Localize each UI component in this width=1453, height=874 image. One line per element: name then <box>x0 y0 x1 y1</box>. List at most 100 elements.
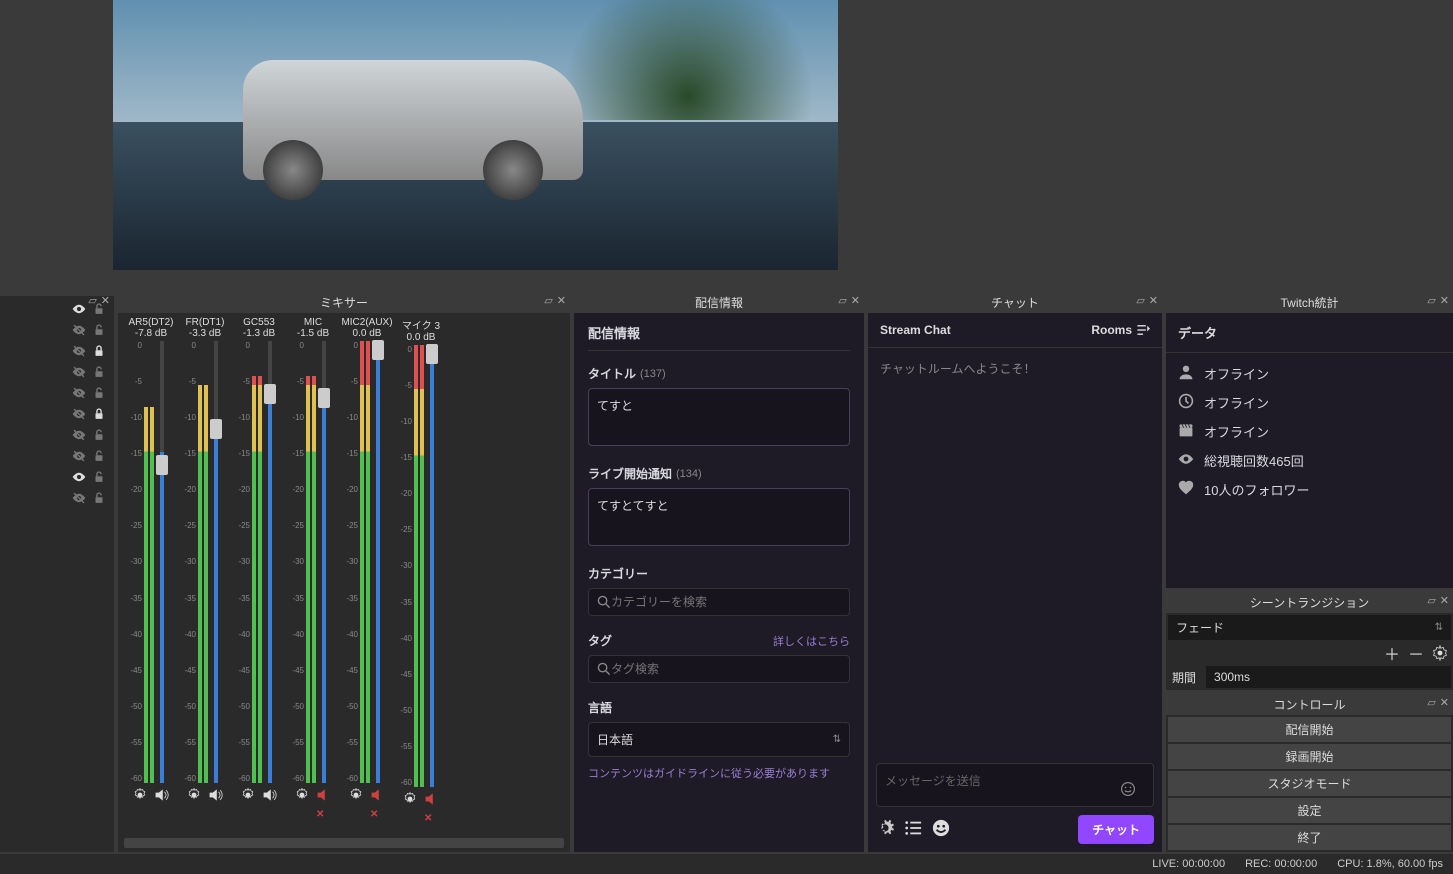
title-input[interactable] <box>588 388 850 446</box>
control-button[interactable]: 設定 <box>1168 798 1451 823</box>
notify-input[interactable] <box>588 488 850 546</box>
user-icon <box>1178 364 1194 383</box>
eye-off-icon[interactable] <box>72 491 86 508</box>
controls-header[interactable]: コントロール ▱ ✕ <box>1166 694 1453 715</box>
gear-icon[interactable] <box>294 787 310 803</box>
volume-thumb[interactable] <box>210 419 222 439</box>
mixer-scrollbar[interactable] <box>124 838 564 848</box>
clap-icon <box>1178 422 1194 441</box>
remove-button[interactable]: － <box>1407 644 1425 662</box>
eye-off-icon[interactable] <box>72 365 86 382</box>
volume-thumb[interactable] <box>264 384 276 404</box>
stats-header[interactable]: Twitch統計 ▱ ✕ <box>1166 292 1453 313</box>
chat-input[interactable]: メッセージを送信 <box>876 763 1154 807</box>
source-row[interactable] <box>4 447 110 468</box>
control-button[interactable]: 終了 <box>1168 825 1451 850</box>
unlock-icon[interactable] <box>92 365 106 382</box>
gear-icon[interactable] <box>1431 644 1449 662</box>
speaker-icon[interactable] <box>154 787 170 803</box>
eye-icon[interactable] <box>72 470 86 487</box>
stream-info-panel: 配信情報 ▱ ✕ 配信情報 タイトル (137) ライブ開始通知 (134) カ… <box>574 292 864 852</box>
lang-label: 言語 <box>588 699 612 716</box>
category-input[interactable] <box>611 595 841 609</box>
popout-icon[interactable]: ▱ <box>88 294 96 307</box>
unlock-icon[interactable] <box>92 491 106 508</box>
source-row[interactable] <box>4 384 110 405</box>
add-button[interactable]: ＋ <box>1383 644 1401 662</box>
close-icon[interactable]: ✕ <box>1149 294 1158 307</box>
chat-header[interactable]: チャット ▱ ✕ <box>868 292 1162 313</box>
mute-icon[interactable]: ✕ <box>370 787 386 803</box>
guideline-text[interactable]: コンテンツはガイドラインに従う必要があります <box>588 767 850 782</box>
unlock-icon[interactable] <box>92 470 106 487</box>
eye-off-icon[interactable] <box>72 323 86 340</box>
close-icon[interactable]: ✕ <box>101 294 110 307</box>
eye-off-icon[interactable] <box>72 386 86 403</box>
sources-header[interactable]: ▱ ✕ <box>0 292 114 296</box>
lock-icon[interactable] <box>92 344 106 361</box>
volume-thumb[interactable] <box>426 344 438 364</box>
source-row[interactable] <box>4 363 110 384</box>
stream-info-header[interactable]: 配信情報 ▱ ✕ <box>574 292 864 313</box>
channel-db: -1.3 dB <box>243 328 275 339</box>
eye-icon[interactable] <box>72 302 86 319</box>
source-row[interactable] <box>4 426 110 447</box>
close-icon[interactable]: ✕ <box>1440 594 1449 607</box>
popout-icon[interactable]: ▱ <box>544 294 552 307</box>
eye-off-icon[interactable] <box>72 428 86 445</box>
volume-thumb[interactable] <box>372 340 384 360</box>
gear-icon[interactable] <box>348 787 364 803</box>
smile-icon[interactable] <box>932 819 950 840</box>
lang-select[interactable]: 日本語 ⇅ <box>588 722 850 757</box>
close-icon[interactable]: ✕ <box>851 294 860 307</box>
transition-select[interactable]: フェード ⇅ <box>1168 615 1451 640</box>
duration-input[interactable] <box>1206 666 1451 688</box>
mixer-header[interactable]: ミキサー ▱ ✕ <box>118 292 570 313</box>
speaker-icon[interactable] <box>262 787 278 803</box>
eye-off-icon[interactable] <box>72 407 86 424</box>
gear-icon[interactable] <box>240 787 256 803</box>
gear-icon[interactable] <box>132 787 148 803</box>
speaker-icon[interactable] <box>208 787 224 803</box>
close-icon[interactable]: ✕ <box>1440 294 1449 307</box>
control-button[interactable]: 配信開始 <box>1168 717 1451 742</box>
tag-search[interactable] <box>588 655 850 683</box>
gear-icon[interactable] <box>876 819 894 840</box>
lock-icon[interactable] <box>92 407 106 424</box>
source-row[interactable] <box>4 321 110 342</box>
popout-icon[interactable]: ▱ <box>1427 294 1435 307</box>
tag-input[interactable] <box>611 662 841 676</box>
mute-icon[interactable]: ✕ <box>424 791 440 807</box>
unlock-icon[interactable] <box>92 449 106 466</box>
preview-canvas[interactable] <box>113 0 838 270</box>
gear-icon[interactable] <box>186 787 202 803</box>
popout-icon[interactable]: ▱ <box>1136 294 1144 307</box>
chat-send-button[interactable]: チャット <box>1078 815 1154 844</box>
emoji-icon[interactable] <box>1120 781 1136 800</box>
transitions-header[interactable]: シーントランジション ▱ ✕ <box>1166 592 1453 613</box>
volume-thumb[interactable] <box>156 455 168 475</box>
eye-off-icon[interactable] <box>72 449 86 466</box>
tag-more-link[interactable]: 詳しくはこちら <box>773 633 850 649</box>
rooms-button[interactable]: Rooms <box>1091 323 1150 337</box>
source-row[interactable] <box>4 489 110 510</box>
eye-off-icon[interactable] <box>72 344 86 361</box>
popout-icon[interactable]: ▱ <box>1427 594 1435 607</box>
gear-icon[interactable] <box>402 791 418 807</box>
unlock-icon[interactable] <box>92 386 106 403</box>
source-row[interactable] <box>4 405 110 426</box>
category-search[interactable] <box>588 588 850 616</box>
source-row[interactable] <box>4 342 110 363</box>
unlock-icon[interactable] <box>92 428 106 445</box>
mute-icon[interactable]: ✕ <box>316 787 332 803</box>
popout-icon[interactable]: ▱ <box>1427 696 1435 709</box>
popout-icon[interactable]: ▱ <box>838 294 846 307</box>
close-icon[interactable]: ✕ <box>557 294 566 307</box>
control-button[interactable]: スタジオモード <box>1168 771 1451 796</box>
unlock-icon[interactable] <box>92 323 106 340</box>
close-icon[interactable]: ✕ <box>1440 696 1449 709</box>
control-button[interactable]: 録画開始 <box>1168 744 1451 769</box>
source-row[interactable] <box>4 468 110 489</box>
list-icon[interactable] <box>904 819 922 840</box>
volume-thumb[interactable] <box>318 388 330 408</box>
